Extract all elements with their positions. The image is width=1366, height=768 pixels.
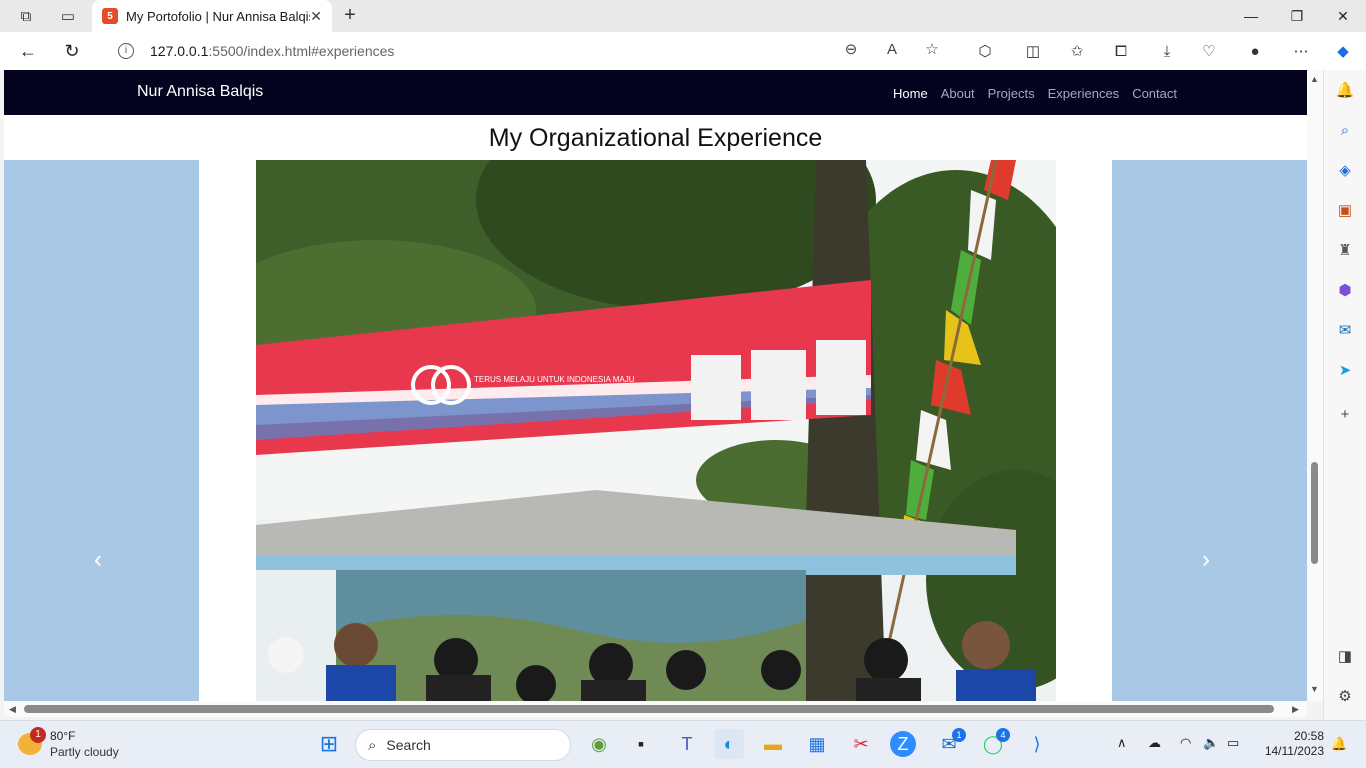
event-photo: TERUS MELAJU UNTUK INDONESIA MAJU (256, 160, 1056, 701)
mail-badge: 1 (952, 728, 966, 742)
vertical-scrollbar[interactable]: ▲ ▼ (1307, 70, 1323, 701)
new-tab-button[interactable]: + (338, 4, 362, 28)
site-brand[interactable]: Nur Annisa Balqis (137, 83, 263, 101)
horizontal-scroll-thumb[interactable] (24, 705, 1274, 713)
page-viewport: Nur Annisa Balqis Home About Projects Ex… (4, 70, 1307, 701)
carousel-prev-icon[interactable]: ‹ (94, 546, 102, 574)
weather-badge: 1 (30, 727, 46, 743)
notifications-bell-icon[interactable]: 🔔 (1334, 80, 1356, 102)
add-sidebar-app-icon[interactable]: + (1334, 404, 1356, 426)
notification-bell-icon[interactable]: 🔔 (1331, 736, 1347, 752)
scroll-left-icon[interactable]: ◀ (9, 704, 16, 715)
browser-tab-active[interactable]: 5 My Portofolio | Nur Annisa Balqis ✕ (92, 0, 332, 32)
teams-icon[interactable]: T (672, 729, 702, 759)
browser-toolbar: ← ↻ i 127.0.0.1:5500/index.html#experien… (0, 32, 1366, 70)
shopping-tag-icon[interactable]: ◈ (1334, 160, 1356, 182)
menu-item-about[interactable]: About (941, 86, 975, 101)
edge-sidebar: 🔔 ⌕ ◈ ▣ ♜ ⬢ ✉ ➤ + ◨ ⚙ (1323, 70, 1366, 720)
carousel-prev-area[interactable] (4, 160, 199, 701)
menu-item-projects[interactable]: Projects (988, 86, 1035, 101)
search-icon[interactable]: ⌕ (1334, 120, 1356, 142)
scroll-right-icon[interactable]: ▶ (1292, 704, 1299, 715)
collections-icon[interactable]: ⧠ (1110, 41, 1132, 63)
taskbar-search[interactable]: ⌕ Search (355, 729, 571, 761)
carousel-slide-photo: TERUS MELAJU UNTUK INDONESIA MAJU (256, 160, 1056, 701)
zoom-app-icon[interactable]: Z (890, 731, 916, 757)
favorite-star-icon[interactable]: ☆ (921, 39, 943, 61)
address-bar[interactable]: i 127.0.0.1:5500/index.html#experiences (102, 36, 958, 66)
url-path: :5500/index.html#experiences (208, 43, 395, 59)
tab-title: My Portofolio | Nur Annisa Balqis (126, 8, 311, 24)
tab-close-icon[interactable]: ✕ (310, 8, 322, 25)
microsoft-store-icon[interactable]: ▦ (802, 729, 832, 759)
clock-date: 14/11/2023 (1264, 744, 1324, 758)
site-navbar: Nur Annisa Balqis Home About Projects Ex… (4, 70, 1307, 115)
search-label: Search (386, 737, 431, 753)
weather-widget[interactable]: 1 80°F Partly cloudy (16, 727, 136, 763)
wifi-icon[interactable]: ◠ (1180, 735, 1191, 751)
battery-icon[interactable]: ▭ (1227, 735, 1239, 751)
url-host: 127.0.0.1 (150, 43, 209, 59)
minimize-icon[interactable]: — (1228, 0, 1274, 32)
profile-icon[interactable]: ● (1244, 41, 1266, 63)
menu-item-home[interactable]: Home (893, 86, 928, 101)
html5-favicon-icon: 5 (102, 8, 118, 24)
copilot-preview-icon[interactable]: ◉ (584, 729, 614, 759)
windows-start-icon[interactable]: ⊞ (314, 729, 344, 759)
vscode-icon[interactable]: ⟩ (1022, 729, 1052, 759)
settings-gear-icon[interactable]: ⚙ (1334, 686, 1356, 708)
restore-icon[interactable]: ❐ (1274, 0, 1320, 32)
site-menu: Home About Projects Experiences Contact (893, 86, 1177, 101)
edge-browser-icon[interactable]: ◐ (714, 729, 744, 759)
snipping-tool-icon[interactable]: ✂ (846, 729, 876, 759)
zoom-out-icon[interactable]: ⊖ (840, 39, 862, 61)
scroll-up-icon[interactable]: ▲ (1310, 74, 1319, 84)
tools-icon[interactable]: ▣ (1334, 200, 1356, 222)
carousel-next-area[interactable] (1112, 160, 1307, 701)
file-explorer-icon[interactable]: ▬ (758, 729, 788, 759)
menu-item-contact[interactable]: Contact (1132, 86, 1177, 101)
menu-item-experiences[interactable]: Experiences (1048, 86, 1120, 101)
games-icon[interactable]: ♜ (1334, 240, 1356, 262)
copilot-icon[interactable]: ◆ (1332, 41, 1354, 63)
downloads-icon[interactable]: ⤓ (1156, 41, 1178, 63)
more-options-icon[interactable]: ⋯ (1290, 41, 1312, 63)
extensions-icon[interactable]: ⬡ (974, 41, 996, 63)
horizontal-scrollbar[interactable]: ◀ ▶ (4, 701, 1307, 717)
weather-condition: Partly cloudy (50, 745, 119, 759)
search-glass-icon: ⌕ (368, 736, 377, 754)
scroll-down-icon[interactable]: ▼ (1310, 684, 1319, 694)
weather-temperature: 80°F (50, 729, 76, 743)
refresh-icon[interactable]: ↻ (58, 38, 86, 64)
volume-icon[interactable]: 🔈 (1203, 735, 1219, 751)
carousel-next-icon[interactable]: › (1202, 546, 1210, 574)
show-hidden-icons-icon[interactable]: ∧ (1117, 735, 1127, 751)
outlook-icon[interactable]: ✉ (1334, 320, 1356, 342)
back-arrow-icon[interactable]: ← (14, 38, 42, 64)
clock-time: 20:58 (1293, 729, 1324, 743)
browser-essentials-icon[interactable]: ♡ (1198, 41, 1220, 63)
onedrive-cloud-icon[interactable]: ☁ (1148, 735, 1161, 751)
section-title: My Organizational Experience (488, 124, 823, 152)
workspaces-icon[interactable]: ⧉ (12, 4, 40, 28)
task-view-icon[interactable]: ▪ (626, 729, 656, 759)
office-icon[interactable]: ⬢ (1334, 280, 1356, 302)
read-aloud-icon[interactable]: A (881, 39, 903, 61)
site-info-icon[interactable]: i (118, 43, 134, 59)
send-icon[interactable]: ➤ (1334, 360, 1356, 382)
system-clock[interactable]: 20:58 14/11/2023 (1252, 729, 1324, 759)
sidebar-toggle-icon[interactable]: ◨ (1334, 646, 1356, 668)
banner-text: TERUS MELAJU UNTUK INDONESIA MAJU (474, 375, 635, 384)
browser-tab-bar: ⧉ ▭ 5 My Portofolio | Nur Annisa Balqis … (0, 0, 1366, 32)
vertical-scroll-thumb[interactable] (1311, 462, 1318, 564)
favorites-icon[interactable]: ✩ (1066, 41, 1088, 63)
window-close-icon[interactable]: ✕ (1320, 0, 1366, 32)
tab-actions-icon[interactable]: ▭ (54, 4, 82, 28)
split-screen-icon[interactable]: ◫ (1022, 41, 1044, 63)
windows-taskbar: 1 80°F Partly cloudy ⊞ ⌕ Search ◉ ▪ T ◐ … (0, 720, 1366, 768)
whatsapp-badge: 4 (996, 728, 1010, 742)
